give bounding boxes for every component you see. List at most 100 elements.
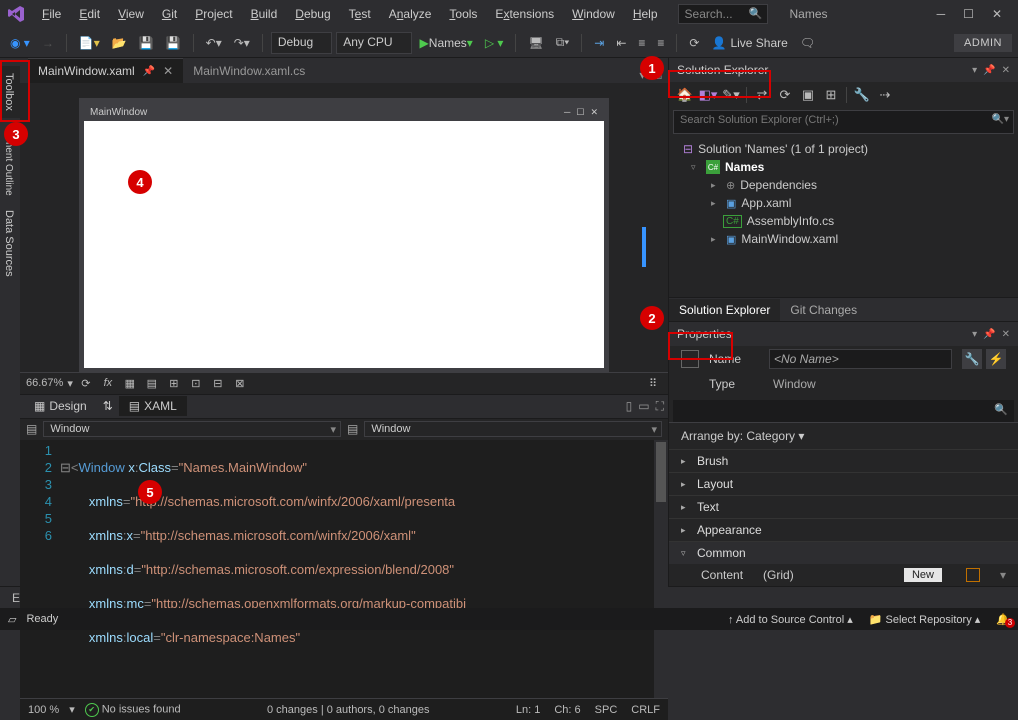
drag-handle-icon[interactable]: ⠿ (644, 377, 662, 390)
se-preview-icon[interactable]: ⇢ (877, 87, 893, 103)
design-tab[interactable]: ▦ Design (24, 396, 97, 416)
name-input[interactable]: <No Name> (769, 349, 952, 369)
maximize-icon[interactable]: ☐ (963, 7, 974, 21)
eol-mode[interactable]: CRLF (631, 704, 660, 716)
pane-dd-icon[interactable]: ▾ (972, 65, 977, 76)
pane-pin-icon[interactable]: 📌 (983, 65, 995, 76)
snap3-icon[interactable]: ⊟ (209, 377, 227, 390)
split-v-icon[interactable]: ▯ (626, 399, 633, 414)
cat-layout[interactable]: ▸Layout (669, 472, 1018, 495)
zoom-value[interactable]: 66.67% (26, 377, 63, 389)
snap2-icon[interactable]: ⊡ (187, 377, 205, 390)
menu-tools[interactable]: Tools (441, 3, 485, 25)
project-node[interactable]: ▿C#Names (669, 158, 1018, 176)
tab-close-icon[interactable]: ✕ (163, 64, 173, 78)
source-control-button[interactable]: ↑ Add to Source Control ▴ (728, 613, 853, 626)
start-debug-button[interactable]: ▶ Names ▾ (416, 32, 477, 54)
menu-view[interactable]: View (110, 3, 152, 25)
wrench-icon[interactable]: 🔧 (962, 349, 982, 369)
tb-indent-icon[interactable]: ⇥ (590, 32, 608, 54)
tb-comment-icon[interactable]: ≡ (634, 32, 649, 54)
menu-edit[interactable]: Edit (71, 3, 108, 25)
bc-left-combo[interactable]: Window (43, 421, 341, 437)
platform-combo[interactable]: Any CPU (336, 32, 411, 54)
cat-text[interactable]: ▸Text (669, 495, 1018, 518)
menu-git[interactable]: Git (154, 3, 185, 25)
zoom-dd[interactable]: ▾ (67, 377, 73, 390)
menu-analyze[interactable]: Analyze (381, 3, 440, 25)
dependencies-node[interactable]: ▸⊕Dependencies (669, 176, 1018, 194)
menu-window[interactable]: Window (564, 3, 623, 25)
solution-node[interactable]: ⊟Solution 'Names' (1 of 1 project) (669, 140, 1018, 158)
menu-file[interactable]: File (34, 3, 69, 25)
cat-appearance[interactable]: ▸Appearance (669, 518, 1018, 541)
bc-right-combo[interactable]: Window (364, 421, 662, 437)
cat-common[interactable]: ▿Common (669, 541, 1018, 564)
issues-indicator[interactable]: No issues found (85, 703, 181, 717)
assemblyinfo-node[interactable]: C#AssemblyInfo.cs (669, 212, 1018, 230)
appxaml-node[interactable]: ▸▣App.xaml (669, 194, 1018, 212)
menu-build[interactable]: Build (243, 3, 286, 25)
solution-explorer-tab[interactable]: Solution Explorer (669, 299, 780, 321)
snap1-icon[interactable]: ⊞ (165, 377, 183, 390)
pane-close-icon[interactable]: ✕ (1002, 65, 1010, 76)
swap-panes-icon[interactable]: ⇅ (103, 399, 113, 413)
se-refresh-icon[interactable]: ⟳ (777, 87, 793, 103)
menu-project[interactable]: Project (187, 3, 240, 25)
snap4-icon[interactable]: ⊠ (231, 377, 249, 390)
undo-button[interactable]: ↶▾ (202, 32, 226, 54)
quick-search-input[interactable]: Search... (678, 4, 768, 24)
feedback-icon[interactable]: 🗨 (796, 32, 819, 54)
tab-mainwindow-cs[interactable]: MainWindow.xaml.cs (183, 59, 315, 83)
code-editor[interactable]: 123 456 ⊟<Window x:Class="Names.MainWind… (20, 440, 668, 699)
new-button[interactable]: New (904, 568, 942, 582)
redo-button[interactable]: ↷▾ (230, 32, 254, 54)
preview-window[interactable]: MainWindow ─☐✕ (79, 98, 609, 372)
design-canvas[interactable]: MainWindow ─☐✕ (20, 83, 668, 372)
fx-icon[interactable]: fx (99, 377, 117, 389)
changes-info[interactable]: 0 changes | 0 authors, 0 changes (191, 704, 506, 716)
tb-misc-icon[interactable]: ⟳ (685, 32, 703, 54)
pane-close-icon[interactable]: ✕ (1002, 329, 1010, 340)
menu-help[interactable]: Help (625, 3, 666, 25)
nav-fwd-button[interactable]: → (38, 32, 58, 54)
grid1-icon[interactable]: ▦ (121, 377, 139, 390)
mainwindowxaml-node[interactable]: ▸▣MainWindow.xaml (669, 230, 1018, 248)
se-collapse-icon[interactable]: ▣ (800, 87, 816, 103)
data-sources-tab[interactable]: Data Sources (0, 203, 20, 284)
solution-search-input[interactable]: Search Solution Explorer (Ctrl+;) (673, 110, 1014, 134)
cat-brush[interactable]: ▸Brush (669, 449, 1018, 472)
arrange-by[interactable]: Arrange by: Category ▾ (669, 422, 1018, 449)
binding-marker-icon[interactable] (966, 568, 980, 582)
code-scrollbar[interactable] (654, 440, 668, 699)
properties-search-input[interactable] (673, 400, 1014, 422)
grid2-icon[interactable]: ▤ (143, 377, 161, 390)
open-button[interactable]: 📂 (108, 32, 131, 54)
start-nodebug-button[interactable]: ▷ ▾ (481, 32, 508, 54)
solution-tree[interactable]: ⊟Solution 'Names' (1 of 1 project) ▿C#Na… (669, 136, 1018, 297)
tb-outdent-icon[interactable]: ⇤ (612, 32, 630, 54)
new-item-button[interactable]: 📄▾ (75, 32, 104, 54)
se-wrench-icon[interactable]: 🔧 (854, 87, 870, 103)
menu-extensions[interactable]: Extensions (487, 3, 562, 25)
refresh-icon[interactable]: ⟳ (77, 377, 95, 390)
split-h-icon[interactable]: ▭ (638, 399, 649, 414)
save-all-button[interactable]: 💾 (162, 32, 185, 54)
close-icon[interactable]: ✕ (992, 7, 1002, 21)
nav-back-button[interactable]: ◉ ▾ (6, 32, 34, 54)
repo-button[interactable]: 📁 Select Repository ▴ (869, 613, 981, 626)
menu-test[interactable]: Test (341, 3, 379, 25)
se-showall-icon[interactable]: ⊞ (823, 87, 839, 103)
minimize-icon[interactable]: ─ (937, 7, 946, 21)
tb-icon-2[interactable]: ⧉▾ (552, 32, 574, 54)
notifications-icon[interactable]: 🔔 (996, 613, 1010, 626)
events-icon[interactable]: ⚡ (986, 349, 1006, 369)
tab-mainwindow-xaml[interactable]: MainWindow.xaml 📌 ✕ (28, 58, 183, 83)
tb-uncomment-icon[interactable]: ≡ (653, 32, 668, 54)
pin-icon[interactable]: 📌 (143, 66, 155, 77)
git-changes-tab[interactable]: Git Changes (780, 299, 867, 321)
editor-zoom[interactable]: 100 % (28, 704, 59, 716)
pane-dd-icon[interactable]: ▾ (972, 329, 977, 340)
ins-mode[interactable]: SPC (595, 704, 618, 716)
code-text[interactable]: ⊟<Window x:Class="Names.MainWindow" xmln… (60, 440, 668, 699)
